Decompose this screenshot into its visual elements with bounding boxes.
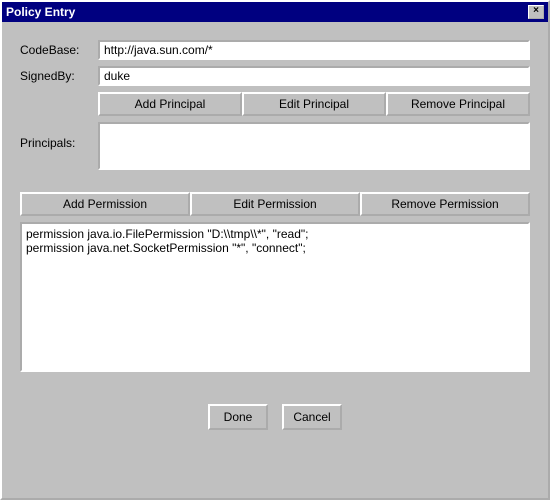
- dialog-buttons: Done Cancel: [20, 404, 530, 430]
- codebase-row: CodeBase:: [20, 40, 530, 60]
- titlebar: Policy Entry ×: [2, 2, 548, 22]
- codebase-label: CodeBase:: [20, 43, 98, 57]
- principals-row: Principals:: [20, 122, 530, 170]
- add-permission-button[interactable]: Add Permission: [20, 192, 190, 216]
- principals-list[interactable]: [98, 122, 530, 170]
- policy-entry-dialog: Policy Entry × CodeBase: SignedBy: Add P…: [0, 0, 550, 500]
- edit-permission-button[interactable]: Edit Permission: [190, 192, 360, 216]
- add-principal-button[interactable]: Add Principal: [98, 92, 242, 116]
- cancel-button[interactable]: Cancel: [282, 404, 342, 430]
- close-icon: ×: [533, 5, 539, 16]
- content-area: CodeBase: SignedBy: Add Principal Edit P…: [2, 22, 548, 438]
- permissions-list[interactable]: permission java.io.FilePermission "D:\\t…: [20, 222, 530, 372]
- permission-entry[interactable]: permission java.io.FilePermission "D:\\t…: [26, 227, 524, 241]
- permission-entry[interactable]: permission java.net.SocketPermission "*"…: [26, 241, 524, 255]
- permission-buttons-row: Add Permission Edit Permission Remove Pe…: [20, 192, 530, 216]
- done-button[interactable]: Done: [208, 404, 268, 430]
- signedby-label: SignedBy:: [20, 69, 98, 83]
- edit-principal-button[interactable]: Edit Principal: [242, 92, 386, 116]
- signedby-input[interactable]: [98, 66, 530, 86]
- close-button[interactable]: ×: [528, 5, 544, 19]
- principal-buttons-row: Add Principal Edit Principal Remove Prin…: [98, 92, 530, 116]
- principals-label: Principals:: [20, 122, 98, 170]
- signedby-row: SignedBy:: [20, 66, 530, 86]
- codebase-input[interactable]: [98, 40, 530, 60]
- remove-principal-button[interactable]: Remove Principal: [386, 92, 530, 116]
- window-title: Policy Entry: [6, 5, 75, 19]
- remove-permission-button[interactable]: Remove Permission: [360, 192, 530, 216]
